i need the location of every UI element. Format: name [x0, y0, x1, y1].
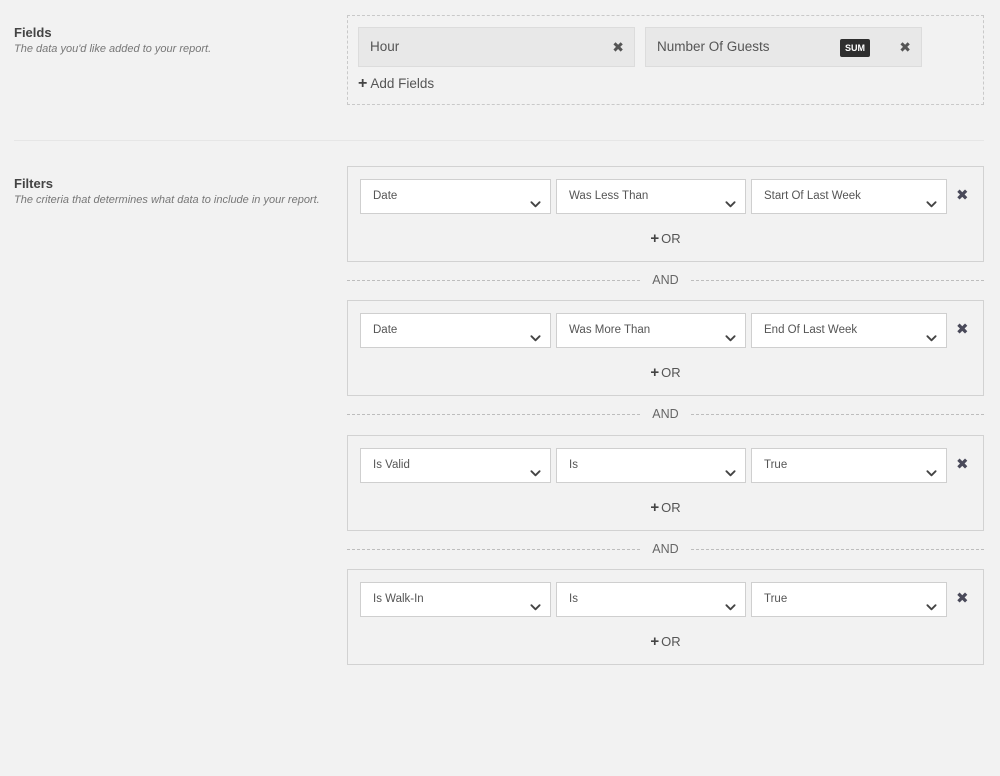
- add-or-button[interactable]: + OR: [348, 230, 983, 247]
- filter-field-select[interactable]: Date: [360, 179, 551, 214]
- chevron-down-icon: [926, 460, 937, 477]
- close-icon[interactable]: ✖: [899, 28, 911, 66]
- chevron-down-icon: [725, 594, 736, 611]
- separator-line: [691, 414, 984, 415]
- filters-title: Filters: [14, 176, 54, 191]
- plus-icon: +: [650, 633, 660, 650]
- chevron-down-icon: [725, 201, 736, 208]
- fields-description: The data you'd like added to your report…: [14, 43, 212, 55]
- filter-field-select[interactable]: Is Valid: [360, 448, 551, 483]
- select-value: Start Of Last Week: [764, 190, 861, 202]
- fields-title: Fields: [14, 25, 52, 40]
- add-or-button[interactable]: + OR: [348, 364, 983, 381]
- filter-value-select[interactable]: True: [751, 582, 947, 617]
- chevron-down-icon: [725, 325, 736, 342]
- filter-field-select[interactable]: Is Walk-In: [360, 582, 551, 617]
- and-separator: AND: [347, 273, 984, 287]
- filter-operator-select[interactable]: Is: [556, 582, 746, 617]
- plus-icon: +: [358, 75, 368, 92]
- fields-dropzone: Hour ✖ Number Of Guests SUM ✖ + Add Field…: [347, 15, 984, 105]
- aggregation-badge[interactable]: SUM: [840, 39, 870, 57]
- chevron-down-icon: [530, 201, 541, 208]
- chevron-down-icon: [926, 201, 937, 208]
- filter-field-select[interactable]: Date: [360, 313, 551, 348]
- remove-filter-icon[interactable]: ✖: [956, 589, 969, 607]
- field-chip-hour[interactable]: Hour ✖: [358, 27, 635, 67]
- filter-value-select[interactable]: Start Of Last Week: [751, 179, 947, 214]
- remove-filter-icon[interactable]: ✖: [956, 186, 969, 204]
- add-fields-label: Add Fields: [370, 76, 435, 91]
- and-separator: AND: [347, 542, 984, 556]
- select-value: Was More Than: [569, 324, 651, 336]
- chevron-down-icon: [530, 335, 541, 342]
- filter-group: Is Walk-In Is True + OR: [347, 569, 984, 665]
- select-value: Is: [569, 459, 578, 471]
- select-value: True: [764, 593, 788, 605]
- chevron-down-icon: [725, 460, 736, 477]
- chevron-down-icon: [926, 335, 937, 342]
- filter-value-select[interactable]: True: [751, 448, 947, 483]
- chevron-down-icon: [926, 325, 937, 342]
- or-label: OR: [661, 365, 681, 380]
- chevron-down-icon: [530, 191, 541, 208]
- field-chip-label: Hour: [370, 39, 400, 54]
- chevron-down-icon: [725, 335, 736, 342]
- select-value: Is: [569, 593, 578, 605]
- chevron-down-icon: [926, 191, 937, 208]
- and-separator: AND: [347, 407, 984, 421]
- chevron-down-icon: [530, 470, 541, 477]
- select-value: Date: [373, 190, 398, 202]
- close-icon[interactable]: ✖: [612, 28, 624, 66]
- filter-operator-select[interactable]: Was More Than: [556, 313, 746, 348]
- select-value: True: [764, 459, 788, 471]
- filters-description: The criteria that determines what data t…: [14, 194, 320, 206]
- chevron-down-icon: [926, 594, 937, 611]
- chevron-down-icon: [530, 594, 541, 611]
- select-value: Date: [373, 324, 398, 336]
- chevron-down-icon: [530, 325, 541, 342]
- remove-filter-icon[interactable]: ✖: [956, 455, 969, 473]
- section-divider: [14, 140, 984, 141]
- or-label: OR: [661, 231, 681, 246]
- select-value: Is Valid: [373, 459, 410, 471]
- add-fields-button[interactable]: + Add Fields: [358, 75, 434, 93]
- chevron-down-icon: [725, 604, 736, 611]
- select-value: End Of Last Week: [764, 324, 858, 336]
- field-chip-number-of-guests[interactable]: Number Of Guests SUM ✖: [645, 27, 922, 67]
- add-or-button[interactable]: + OR: [348, 499, 983, 516]
- select-value: Was Less Than: [569, 190, 649, 202]
- filter-value-select[interactable]: End Of Last Week: [751, 313, 947, 348]
- plus-icon: +: [650, 364, 660, 381]
- chevron-down-icon: [926, 470, 937, 477]
- filter-operator-select[interactable]: Is: [556, 448, 746, 483]
- filter-operator-select[interactable]: Was Less Than: [556, 179, 746, 214]
- select-value: Is Walk-In: [373, 593, 424, 605]
- remove-filter-icon[interactable]: ✖: [956, 320, 969, 338]
- filter-group: Is Valid Is True + OR: [347, 435, 984, 531]
- or-label: OR: [661, 500, 681, 515]
- filter-group: Date Was Less Than Start Of Last Week + OR: [347, 166, 984, 262]
- filter-group: Date Was More Than End Of Last Week + OR: [347, 300, 984, 396]
- chevron-down-icon: [725, 191, 736, 208]
- field-chip-label: Number Of Guests: [657, 39, 770, 54]
- separator-line: [691, 549, 984, 550]
- add-or-button[interactable]: + OR: [348, 633, 983, 650]
- plus-icon: +: [650, 230, 660, 247]
- chevron-down-icon: [530, 460, 541, 477]
- chevron-down-icon: [926, 604, 937, 611]
- plus-icon: +: [650, 499, 660, 516]
- separator-line: [691, 280, 984, 281]
- chevron-down-icon: [725, 470, 736, 477]
- or-label: OR: [661, 634, 681, 649]
- chevron-down-icon: [530, 604, 541, 611]
